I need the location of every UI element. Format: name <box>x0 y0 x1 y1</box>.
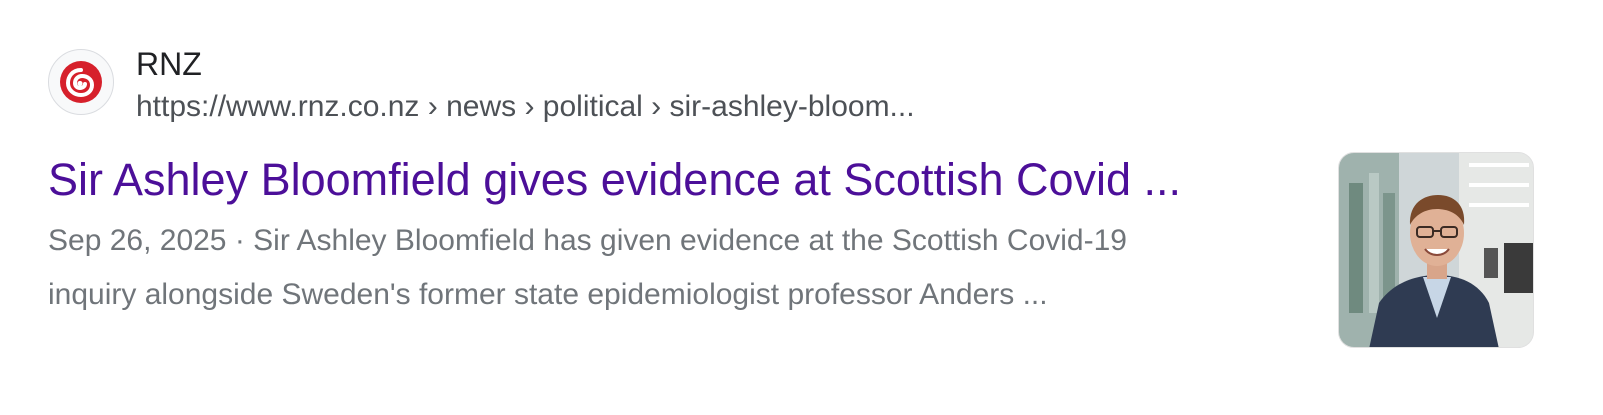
date-separator: · <box>226 224 254 257</box>
person-photo-thumbnail[interactable] <box>1338 152 1534 348</box>
result-snippet: Sep 26, 2025 · Sir Ashley Bloomfield has… <box>48 214 1288 322</box>
result-date: Sep 26, 2025 <box>48 224 227 257</box>
snippet-line-1: Sir Ashley Bloomfield has given evidence… <box>253 224 1127 257</box>
search-result: RNZ https://www.rnz.co.nz › news › polit… <box>0 0 1603 415</box>
snippet-line-2: inquiry alongside Sweden's former state … <box>48 278 1048 311</box>
url-breadcrumb: https://www.rnz.co.nz › news › political… <box>136 90 915 123</box>
rnz-logo-icon <box>48 49 114 115</box>
result-source[interactable]: RNZ https://www.rnz.co.nz › news › polit… <box>48 45 915 125</box>
source-text: RNZ https://www.rnz.co.nz › news › polit… <box>136 45 915 125</box>
result-title-link[interactable]: Sir Ashley Bloomfield gives evidence at … <box>48 150 1288 210</box>
site-name: RNZ <box>136 46 202 82</box>
